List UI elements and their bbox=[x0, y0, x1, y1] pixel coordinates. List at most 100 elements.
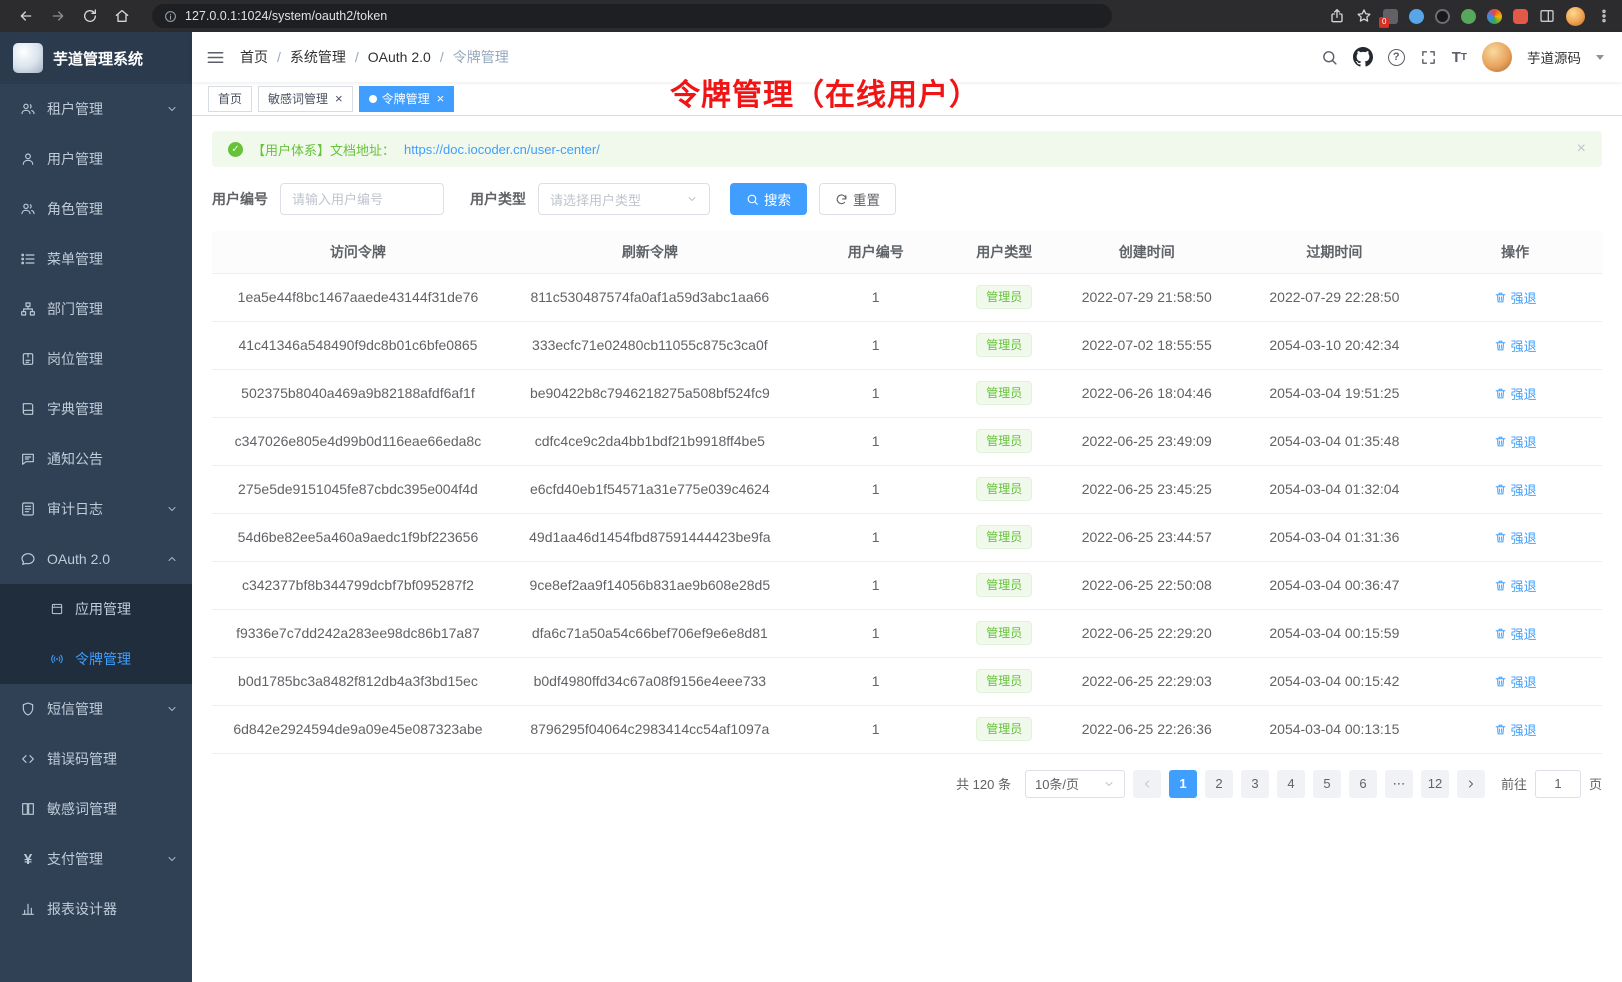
browser-profile-avatar[interactable] bbox=[1566, 7, 1585, 26]
table-row: 41c41346a548490f9dc8b01c6bfe0865 333ecfc… bbox=[212, 321, 1602, 369]
page-button-2[interactable]: 2 bbox=[1205, 770, 1233, 798]
breadcrumb-oauth[interactable]: OAuth 2.0 bbox=[368, 49, 431, 65]
user-type-select[interactable]: 请选择用户类型 bbox=[538, 183, 710, 215]
sidebar-item-tenant[interactable]: 租户管理 bbox=[0, 84, 192, 134]
reset-button[interactable]: 重置 bbox=[819, 183, 896, 215]
fullscreen-icon[interactable] bbox=[1420, 49, 1437, 66]
extension-icon[interactable]: 0 bbox=[1383, 9, 1398, 24]
sidebar: 芋道管理系统 租户管理 用户管理 角色管理 菜单管理 部门管理 bbox=[0, 32, 192, 982]
page-button-1[interactable]: 1 bbox=[1169, 770, 1197, 798]
force-logout-button[interactable]: 强退 bbox=[1494, 480, 1537, 499]
sidebar-item-sms[interactable]: 短信管理 bbox=[0, 684, 192, 734]
username[interactable]: 芋道源码 bbox=[1527, 47, 1581, 67]
tab-home[interactable]: 首页 bbox=[208, 86, 252, 112]
sidebar-toggle-icon[interactable] bbox=[206, 48, 225, 67]
sidebar-item-error-code[interactable]: 错误码管理 bbox=[0, 734, 192, 784]
extension-icon[interactable] bbox=[1409, 9, 1424, 24]
search-button[interactable]: 搜索 bbox=[730, 183, 807, 215]
home-button[interactable] bbox=[114, 8, 130, 24]
force-logout-button[interactable]: 强退 bbox=[1494, 288, 1537, 307]
force-logout-button[interactable]: 强退 bbox=[1494, 432, 1537, 451]
browser-menu-icon[interactable] bbox=[1596, 8, 1612, 24]
sidebar-item-app-manage[interactable]: 应用管理 bbox=[0, 584, 192, 634]
bookmark-star-icon[interactable] bbox=[1356, 8, 1372, 24]
force-logout-button[interactable]: 强退 bbox=[1494, 336, 1537, 355]
page-button-4[interactable]: 4 bbox=[1277, 770, 1305, 798]
chevron-down-icon bbox=[166, 853, 178, 865]
force-logout-button[interactable]: 强退 bbox=[1494, 624, 1537, 643]
sidebar-item-oauth[interactable]: OAuth 2.0 bbox=[0, 534, 192, 584]
page-button-3[interactable]: 3 bbox=[1241, 770, 1269, 798]
sidebar-item-label: 审计日志 bbox=[47, 499, 155, 519]
extension-icon[interactable] bbox=[1487, 9, 1502, 24]
sidebar-item-audit-log[interactable]: 审计日志 bbox=[0, 484, 192, 534]
close-icon[interactable] bbox=[335, 92, 343, 105]
access-token-cell: 502375b8040a469a9b82188afdf6af1f bbox=[212, 369, 504, 417]
sidebar-item-dept[interactable]: 部门管理 bbox=[0, 284, 192, 334]
force-logout-label: 强退 bbox=[1511, 624, 1537, 643]
page-button-12[interactable]: 12 bbox=[1421, 770, 1449, 798]
sidebar-item-user[interactable]: 用户管理 bbox=[0, 134, 192, 184]
extension-icon[interactable] bbox=[1435, 9, 1450, 24]
breadcrumb-home[interactable]: 首页 bbox=[240, 47, 268, 67]
created-time-cell: 2022-07-02 18:55:55 bbox=[1053, 321, 1241, 369]
caret-down-icon[interactable] bbox=[1596, 55, 1604, 60]
table-row: 502375b8040a469a9b82188afdf6af1f be90422… bbox=[212, 369, 1602, 417]
breadcrumb-system[interactable]: 系统管理 bbox=[290, 47, 346, 67]
refresh-button[interactable] bbox=[82, 8, 98, 24]
sidebar-item-report-designer[interactable]: 报表设计器 bbox=[0, 884, 192, 934]
forward-button[interactable] bbox=[50, 8, 66, 24]
site-info-icon[interactable] bbox=[164, 10, 177, 23]
force-logout-button[interactable]: 强退 bbox=[1494, 672, 1537, 691]
user-id-cell: 1 bbox=[796, 657, 956, 705]
breadcrumb-separator: / bbox=[440, 49, 444, 65]
goto-page-input[interactable] bbox=[1535, 770, 1581, 798]
font-size-icon[interactable] bbox=[1452, 49, 1467, 66]
address-bar[interactable]: 127.0.0.1:1024/system/oauth2/token bbox=[152, 4, 1112, 28]
doc-link[interactable]: https://doc.iocoder.cn/user-center/ bbox=[404, 142, 600, 157]
annotation-text: 令牌管理（在线用户） bbox=[670, 70, 980, 114]
sidebar-item-dict[interactable]: 字典管理 bbox=[0, 384, 192, 434]
force-logout-label: 强退 bbox=[1511, 432, 1537, 451]
sidebar-item-pay[interactable]: 支付管理 bbox=[0, 834, 192, 884]
force-logout-button[interactable]: 强退 bbox=[1494, 528, 1537, 547]
search-icon[interactable] bbox=[1321, 49, 1338, 66]
created-time-cell: 2022-06-25 22:29:20 bbox=[1053, 609, 1241, 657]
next-page-button[interactable] bbox=[1457, 770, 1485, 798]
delete-icon bbox=[1494, 435, 1507, 448]
more-pages-button[interactable]: ⋯ bbox=[1385, 770, 1413, 798]
sidebar-item-sensitive-word[interactable]: 敏感词管理 bbox=[0, 784, 192, 834]
tab-label: 令牌管理 bbox=[382, 90, 430, 107]
sidebar-item-notice[interactable]: 通知公告 bbox=[0, 434, 192, 484]
force-logout-button[interactable]: 强退 bbox=[1494, 576, 1537, 595]
github-icon[interactable] bbox=[1353, 47, 1373, 67]
help-icon[interactable] bbox=[1388, 49, 1405, 66]
force-logout-button[interactable]: 强退 bbox=[1494, 720, 1537, 739]
share-icon[interactable] bbox=[1329, 8, 1345, 24]
sidebar-item-post[interactable]: 岗位管理 bbox=[0, 334, 192, 384]
sidebar-item-role[interactable]: 角色管理 bbox=[0, 184, 192, 234]
chevron-down-icon bbox=[1103, 778, 1115, 790]
page-button-6[interactable]: 6 bbox=[1349, 770, 1377, 798]
column-header: 用户类型 bbox=[956, 231, 1053, 273]
page-size-select[interactable]: 10条/页 bbox=[1025, 770, 1125, 798]
delete-icon bbox=[1494, 723, 1507, 736]
alert-close-icon[interactable] bbox=[1577, 141, 1586, 157]
prev-page-button[interactable] bbox=[1133, 770, 1161, 798]
access-token-cell: 275e5de9151045fe87cbdc395e004f4d bbox=[212, 465, 504, 513]
app-logo[interactable]: 芋道管理系统 bbox=[0, 32, 192, 84]
tab-token-manage[interactable]: 令牌管理 bbox=[359, 86, 455, 112]
extensions-puzzle-icon[interactable] bbox=[1513, 9, 1528, 24]
sidebar-item-menu[interactable]: 菜单管理 bbox=[0, 234, 192, 284]
user-id-input[interactable] bbox=[280, 183, 444, 215]
force-logout-button[interactable]: 强退 bbox=[1494, 384, 1537, 403]
sidebar-item-token-manage[interactable]: 令牌管理 bbox=[0, 634, 192, 684]
user-avatar[interactable] bbox=[1482, 42, 1512, 72]
list-icon bbox=[20, 251, 36, 267]
extension-icon[interactable] bbox=[1461, 9, 1476, 24]
back-button[interactable] bbox=[18, 8, 34, 24]
side-panel-icon[interactable] bbox=[1539, 8, 1555, 24]
page-button-5[interactable]: 5 bbox=[1313, 770, 1341, 798]
tab-sensitive-word[interactable]: 敏感词管理 bbox=[258, 86, 353, 112]
close-icon[interactable] bbox=[437, 92, 445, 105]
